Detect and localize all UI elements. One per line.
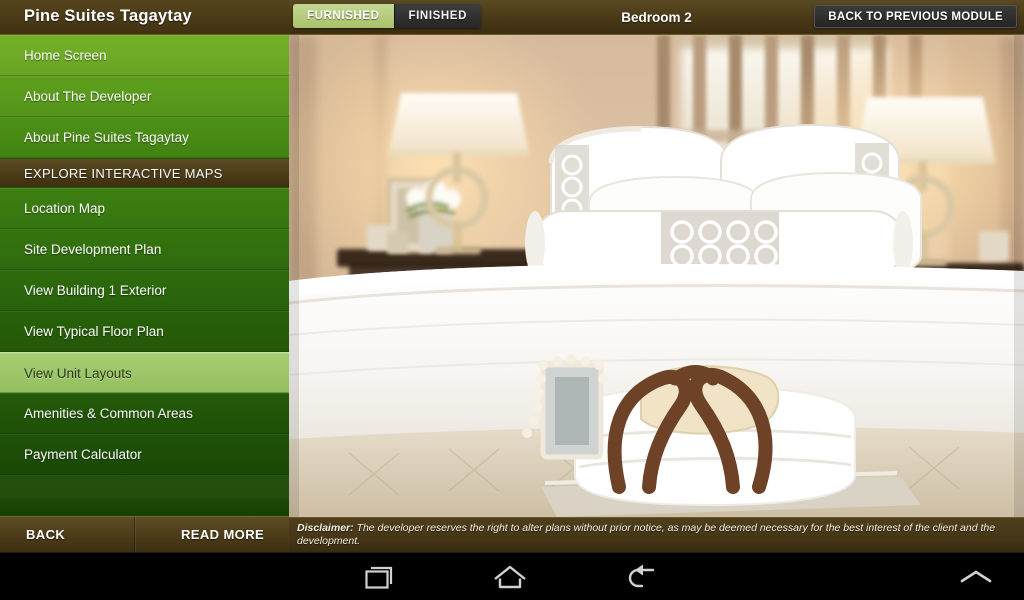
tab-finished[interactable]: FINISHED: [393, 4, 481, 28]
sidebar-item-payment-calculator[interactable]: Payment Calculator: [0, 434, 289, 475]
tab-furnished[interactable]: FURNISHED: [293, 4, 394, 28]
tab-furnished-label: FURNISHED: [307, 10, 380, 22]
content-panel: FURNISHED FINISHED Bedroom 2 BACK TO PRE…: [289, 0, 1024, 552]
read-more-button-label: READ MORE: [181, 527, 265, 542]
sidebar-section-label: EXPLORE INTERACTIVE MAPS: [24, 166, 223, 181]
back-button[interactable]: BACK: [0, 517, 134, 552]
sidebar-item-label: View Typical Floor Plan: [24, 324, 164, 339]
view-mode-tabs: FURNISHED FINISHED: [293, 4, 481, 28]
home-icon: [494, 565, 526, 589]
sidebar-item-amenities-common-areas[interactable]: Amenities & Common Areas: [0, 393, 289, 434]
tab-finished-label: FINISHED: [408, 10, 467, 22]
home-button[interactable]: [462, 553, 558, 600]
back-button-label: BACK: [26, 527, 66, 542]
app-screen: Pine Suites Tagaytay Home Screen About T…: [0, 0, 1024, 552]
sidebar-item-view-typical-floor-plan[interactable]: View Typical Floor Plan: [0, 311, 289, 352]
android-navigation-bar: [0, 552, 1024, 600]
sidebar-nav-list: Home Screen About The Developer About Pi…: [0, 35, 289, 475]
back-button-nav[interactable]: [592, 553, 688, 600]
disclaimer-label: Disclaimer:: [297, 522, 354, 534]
sidebar-item-label: Payment Calculator: [24, 447, 142, 462]
disclaimer-text: Disclaimer: The developer reserves the r…: [297, 522, 1024, 548]
sidebar-item-label: Location Map: [24, 201, 106, 216]
sidebar-item-label: Site Development Plan: [24, 242, 162, 257]
sidebar-item-site-development-plan[interactable]: Site Development Plan: [0, 229, 289, 270]
sidebar-item-label: Home Screen: [24, 48, 107, 63]
app-root: Pine Suites Tagaytay Home Screen About T…: [0, 0, 1024, 600]
sidebar-item-label: About Pine Suites Tagaytay: [24, 130, 189, 145]
sidebar-section-explore-interactive-maps: EXPLORE INTERACTIVE MAPS: [0, 158, 289, 188]
app-brand-title: Pine Suites Tagaytay: [24, 7, 192, 25]
recents-button[interactable]: [332, 553, 428, 600]
sidebar-item-about-the-developer[interactable]: About The Developer: [0, 76, 289, 117]
sidebar-item-about-pine-suites-tagaytay[interactable]: About Pine Suites Tagaytay: [0, 117, 289, 158]
recents-icon: [365, 566, 393, 589]
sidebar: Pine Suites Tagaytay Home Screen About T…: [0, 0, 289, 552]
sidebar-item-home-screen[interactable]: Home Screen: [0, 35, 289, 76]
sidebar-item-view-building-1-exterior[interactable]: View Building 1 Exterior: [0, 270, 289, 311]
sidebar-item-label: Amenities & Common Areas: [24, 406, 193, 421]
content-top-bar: FURNISHED FINISHED Bedroom 2 BACK TO PRE…: [289, 0, 1024, 35]
room-photo[interactable]: [289, 35, 1024, 517]
back-to-previous-module-label: BACK TO PREVIOUS MODULE: [828, 11, 1003, 23]
sidebar-item-label: View Unit Layouts: [24, 366, 132, 381]
back-to-previous-module-button[interactable]: BACK TO PREVIOUS MODULE: [814, 5, 1017, 28]
read-more-button[interactable]: READ MORE: [134, 517, 289, 552]
sidebar-item-location-map[interactable]: Location Map: [0, 188, 289, 229]
expand-button[interactable]: [928, 553, 1024, 600]
sidebar-item-view-unit-layouts[interactable]: View Unit Layouts: [0, 352, 289, 393]
sidebar-item-label: View Building 1 Exterior: [24, 283, 167, 298]
disclaimer-body: The developer reserves the right to alte…: [297, 522, 996, 547]
disclaimer-bar: Disclaimer: The developer reserves the r…: [289, 517, 1024, 552]
sidebar-footer: BACK READ MORE: [0, 516, 289, 552]
back-icon: [628, 564, 655, 588]
sidebar-filler: [0, 498, 289, 516]
chevron-up-icon: [960, 570, 992, 583]
sidebar-item-label: About The Developer: [24, 89, 152, 104]
brand-bar: Pine Suites Tagaytay: [0, 0, 289, 35]
